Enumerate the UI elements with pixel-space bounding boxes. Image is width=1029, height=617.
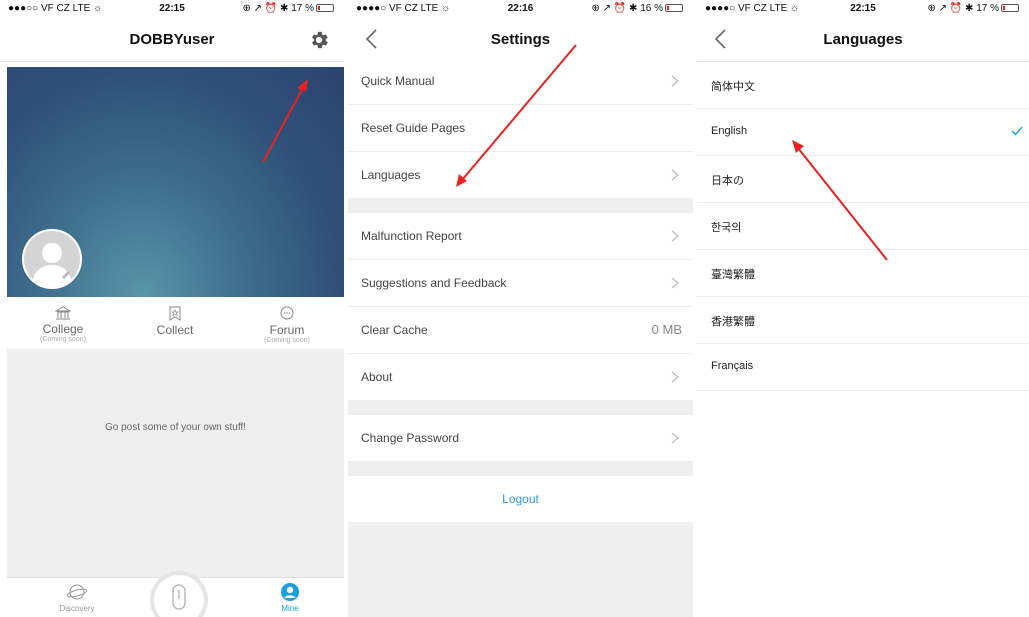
chat-bubble-icon: [280, 306, 294, 320]
bookmark-icon: [169, 306, 181, 321]
nav-bar: Languages: [697, 18, 1029, 62]
nav-bar: DOBBYuser: [0, 18, 344, 62]
settings-item-malfunction-report[interactable]: Malfunction Report: [348, 213, 693, 260]
settings-title: Settings: [490, 31, 551, 48]
settings-item-label: About: [361, 370, 393, 384]
device-icon: [172, 584, 186, 610]
language-item[interactable]: 臺灣繁體: [697, 250, 1029, 297]
language-label: 한국의: [711, 222, 742, 234]
profile-tabs: College (Coming soon) Collect Forum (Com…: [7, 300, 344, 348]
chevron-right-icon: [671, 432, 679, 444]
person-silhouette-icon: [32, 243, 72, 287]
tab-college-sub: (Coming soon): [40, 336, 86, 343]
language-item[interactable]: 日本の: [697, 156, 1029, 203]
chevron-right-icon: [671, 230, 679, 242]
status-bar: ●●●●○ VF CZ LTE ☼ 22:16 ⊕ ↗ ⏰ ✱ 16 %: [348, 0, 693, 18]
gear-icon[interactable]: [308, 29, 330, 51]
nav-bar: Settings: [348, 18, 693, 62]
nav-discovery[interactable]: Discovery: [42, 582, 112, 613]
settings-screen: ●●●●○ VF CZ LTE ☼ 22:16 ⊕ ↗ ⏰ ✱ 16 % Set…: [348, 0, 693, 617]
nav-mine[interactable]: Mine: [255, 582, 325, 613]
language-item[interactable]: English: [697, 109, 1029, 156]
chevron-right-icon: [671, 371, 679, 383]
empty-feed-message: Go post some of your own stuff!: [105, 422, 246, 433]
language-label: 香港繁體: [711, 316, 755, 328]
tab-collect[interactable]: Collect: [119, 300, 231, 337]
settings-item-label: Languages: [361, 168, 421, 182]
language-label: 日本の: [711, 175, 744, 187]
language-item[interactable]: 한국의: [697, 203, 1029, 250]
avatar[interactable]: [22, 229, 82, 289]
checkmark-icon: [1011, 126, 1023, 136]
language-item[interactable]: 香港繁體: [697, 297, 1029, 344]
settings-item-change-password[interactable]: Change Password: [348, 415, 693, 462]
logout-label: Logout: [502, 492, 539, 506]
bank-icon: [55, 306, 71, 320]
settings-item-label: Change Password: [361, 431, 460, 445]
status-icons: ⊕ ↗ ⏰ ✱ 17 %: [243, 3, 334, 14]
settings-item-label: Clear Cache: [361, 323, 428, 337]
settings-item-label: Suggestions and Feedback: [361, 276, 507, 290]
profile-title: DOBBYuser: [129, 31, 215, 48]
languages-title: Languages: [823, 31, 903, 48]
profile-screen: ●●●○○ VF CZ LTE ☼ 22:15 ⊕ ↗ ⏰ ✱ 17 % DOB…: [0, 0, 344, 617]
settings-group-2: Malfunction Report Suggestions and Feedb…: [348, 213, 693, 401]
logout-button[interactable]: Logout: [348, 476, 693, 522]
settings-item-clear-cache[interactable]: Clear Cache 0 MB: [348, 307, 693, 354]
languages-screen: ●●●●○ VF CZ LTE ☼ 22:15 ⊕ ↗ ⏰ ✱ 17 % Lan…: [697, 0, 1029, 617]
planet-icon: [66, 584, 88, 600]
settings-item-label: Malfunction Report: [361, 229, 462, 243]
device-center-button[interactable]: [150, 571, 208, 617]
language-item[interactable]: 简体中文: [697, 62, 1029, 109]
tab-college-label: College: [42, 322, 84, 336]
chevron-right-icon: [671, 75, 679, 87]
battery-icon: [665, 4, 683, 12]
status-icons: ⊕ ↗ ⏰ ✱ 16 %: [592, 3, 683, 14]
person-icon: [281, 583, 299, 601]
settings-item-label: Reset Guide Pages: [361, 121, 466, 135]
tab-forum-label: Forum: [269, 323, 305, 337]
settings-item-label: Quick Manual: [361, 74, 435, 88]
language-item[interactable]: Français: [697, 344, 1029, 391]
battery-icon: [316, 4, 334, 12]
settings-item-languages[interactable]: Languages: [348, 152, 693, 199]
tab-college[interactable]: College (Coming soon): [7, 300, 119, 343]
language-label: English: [711, 125, 748, 137]
status-icons: ⊕ ↗ ⏰ ✱ 17 %: [928, 3, 1019, 14]
chevron-right-icon: [671, 277, 679, 289]
battery-icon: [1001, 4, 1019, 12]
posts-feed: Go post some of your own stuff!: [7, 349, 344, 577]
settings-item-about[interactable]: About: [348, 354, 693, 401]
tab-forum[interactable]: Forum (Coming soon): [231, 300, 343, 344]
language-label: Français: [711, 360, 754, 372]
settings-item-reset-guide[interactable]: Reset Guide Pages: [348, 105, 693, 152]
chevron-right-icon: [671, 169, 679, 181]
tab-forum-sub: (Coming soon): [264, 337, 310, 344]
settings-group-3: Change Password: [348, 415, 693, 462]
nav-mine-label: Mine: [281, 604, 299, 613]
language-label: 简体中文: [711, 81, 755, 93]
settings-item-suggestions[interactable]: Suggestions and Feedback: [348, 260, 693, 307]
languages-list: 简体中文 English 日本の 한국의 臺灣繁體 香港繁體 Français: [697, 62, 1029, 391]
tab-collect-label: Collect: [156, 323, 194, 337]
status-bar: ●●●●○ VF CZ LTE ☼ 22:15 ⊕ ↗ ⏰ ✱ 17 %: [697, 0, 1029, 18]
nav-discovery-label: Discovery: [59, 604, 95, 613]
cache-size-value: 0 MB: [651, 322, 682, 337]
status-bar: ●●●○○ VF CZ LTE ☼ 22:15 ⊕ ↗ ⏰ ✱ 17 %: [0, 0, 344, 18]
settings-group-1: Quick Manual Reset Guide Pages Languages: [348, 58, 693, 199]
language-label: 臺灣繁體: [711, 269, 755, 281]
settings-item-quick-manual[interactable]: Quick Manual: [348, 58, 693, 105]
